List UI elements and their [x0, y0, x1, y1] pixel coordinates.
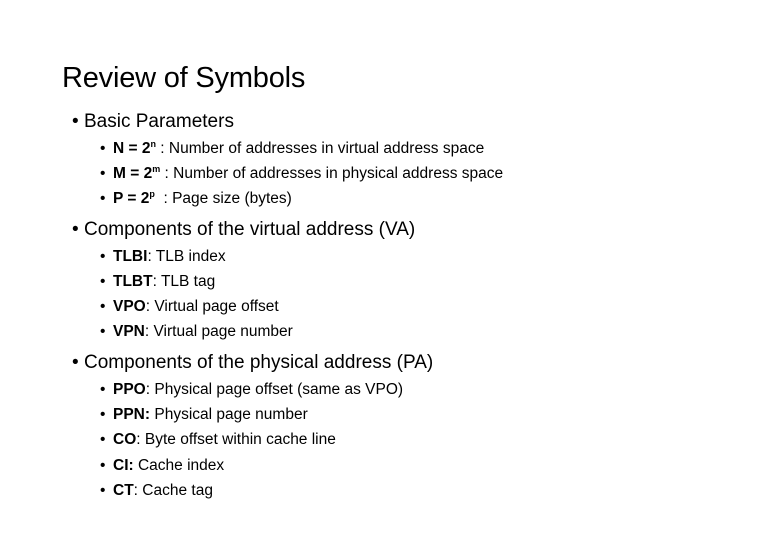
- bullet-icon: •: [100, 381, 106, 398]
- term: PPO: [113, 381, 146, 398]
- term: P = 2: [113, 190, 150, 207]
- bullet-icon: •: [100, 406, 106, 423]
- list-item: • M = 2m : Number of addresses in physica…: [100, 165, 503, 183]
- list-item: • N = 2n : Number of addresses in virtual…: [100, 140, 484, 158]
- heading-text: Components of the virtual address (VA): [84, 219, 416, 240]
- list-item: • PPN: Physical page number: [100, 406, 308, 424]
- term: CO: [113, 431, 137, 448]
- section-heading-virtual-address: • Components of the virtual address (VA): [72, 219, 415, 241]
- list-item: • TLBT: TLB tag: [100, 273, 215, 291]
- description: Virtual page number: [153, 323, 293, 340]
- separator: :: [152, 273, 161, 290]
- term: TLBI: [113, 248, 148, 265]
- bullet-icon: •: [100, 457, 106, 474]
- bullet-icon: •: [100, 190, 106, 207]
- description: Virtual page offset: [154, 298, 279, 315]
- bullet-icon: •: [100, 431, 106, 448]
- list-item: • PPO: Physical page offset (same as VPO): [100, 381, 403, 399]
- slide-title: Review of Symbols: [62, 62, 306, 94]
- term: CI:: [113, 457, 134, 474]
- term: VPN: [113, 323, 145, 340]
- list-item: • CI: Cache index: [100, 457, 224, 475]
- description: Cache tag: [142, 482, 213, 499]
- bullet-icon: •: [100, 273, 106, 290]
- term: PPN:: [113, 406, 151, 423]
- heading-text: Basic Parameters: [84, 111, 234, 132]
- list-item: • TLBI: TLB index: [100, 248, 226, 266]
- description: TLB tag: [160, 273, 216, 290]
- bullet-icon: •: [100, 323, 106, 340]
- term: VPO: [113, 298, 146, 315]
- heading-text: Components of the physical address (PA): [84, 352, 434, 373]
- term: TLBT: [113, 273, 153, 290]
- bullet-icon: •: [100, 165, 106, 182]
- section-heading-physical-address: • Components of the physical address (PA): [72, 352, 433, 374]
- term: CT: [113, 482, 134, 499]
- description: TLB index: [155, 248, 226, 265]
- separator: :: [144, 323, 154, 340]
- description: Physical page number: [154, 406, 308, 423]
- bullet-icon: •: [72, 219, 79, 240]
- list-item: • P = 2p : Page size (bytes): [100, 190, 292, 208]
- bullet-icon: •: [100, 298, 106, 315]
- bullet-icon: •: [100, 482, 106, 499]
- separator: :: [154, 190, 173, 207]
- section-heading-basic-parameters: • Basic Parameters: [72, 111, 234, 133]
- separator: :: [136, 431, 145, 448]
- separator: :: [160, 165, 174, 182]
- bullet-icon: •: [100, 140, 106, 157]
- separator: :: [155, 140, 169, 157]
- bullet-icon: •: [100, 248, 106, 265]
- separator: :: [133, 482, 143, 499]
- term: M = 2: [113, 165, 153, 182]
- bullet-icon: •: [72, 352, 79, 373]
- list-item: • CT: Cache tag: [100, 482, 213, 500]
- description: Page size (bytes): [172, 190, 292, 207]
- description: Cache index: [137, 457, 225, 474]
- list-item: • VPN: Virtual page number: [100, 323, 293, 341]
- bullet-icon: •: [72, 111, 79, 132]
- description: Number of addresses in virtual address s…: [168, 140, 485, 157]
- term: N = 2: [113, 140, 151, 157]
- list-item: • VPO: Virtual page offset: [100, 298, 279, 316]
- description: Number of addresses in physical address …: [173, 165, 504, 182]
- separator: :: [147, 248, 156, 265]
- list-item: • CO: Byte offset within cache line: [100, 431, 336, 449]
- description: Physical page offset (same as VPO): [154, 381, 404, 398]
- description: Byte offset within cache line: [144, 431, 336, 448]
